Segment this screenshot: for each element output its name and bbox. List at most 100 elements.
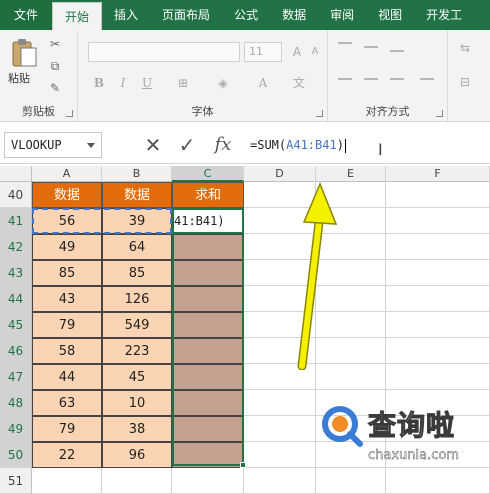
table-cell[interactable]: 63: [32, 390, 102, 416]
font-color-icon[interactable]: A: [254, 74, 272, 92]
bottom-align-icon[interactable]: [390, 50, 404, 52]
table-header-cell[interactable]: 数据: [102, 182, 172, 208]
empty-cell[interactable]: [386, 338, 490, 364]
table-cell[interactable]: 85: [102, 260, 172, 286]
clipboard-launcher-icon[interactable]: [66, 110, 73, 117]
empty-cell[interactable]: [244, 390, 316, 416]
table-cell[interactable]: 22: [32, 442, 102, 468]
font-name-select[interactable]: [88, 42, 240, 62]
row-header-51[interactable]: 51: [0, 468, 32, 494]
sum-cell-editing[interactable]: 41:B41): [172, 208, 244, 234]
table-cell[interactable]: 96: [102, 442, 172, 468]
column-header-a[interactable]: A: [32, 166, 102, 182]
table-cell[interactable]: 64: [102, 234, 172, 260]
table-cell[interactable]: 549: [102, 312, 172, 338]
indent-icon[interactable]: [420, 78, 434, 80]
row-header-48[interactable]: 48: [0, 390, 32, 416]
empty-cell[interactable]: [102, 468, 172, 494]
empty-cell[interactable]: [172, 468, 244, 494]
tab-view[interactable]: 视图: [366, 0, 414, 30]
italic-icon[interactable]: I: [114, 74, 132, 92]
select-all-corner[interactable]: [0, 166, 32, 182]
paste-label[interactable]: 粘贴: [8, 70, 30, 86]
table-cell[interactable]: 44: [32, 364, 102, 390]
table-cell[interactable]: 10: [102, 390, 172, 416]
insert-function-icon[interactable]: fx: [210, 132, 236, 158]
tab-review[interactable]: 审阅: [318, 0, 366, 30]
table-cell[interactable]: 223: [102, 338, 172, 364]
phonetic-icon[interactable]: 文: [290, 74, 308, 92]
row-header-44[interactable]: 44: [0, 286, 32, 312]
top-align-icon[interactable]: [338, 42, 352, 44]
tab-page-layout[interactable]: 页面布局: [150, 0, 222, 30]
sum-cell[interactable]: [172, 364, 244, 390]
row-header-42[interactable]: 42: [0, 234, 32, 260]
row-header-49[interactable]: 49: [0, 416, 32, 442]
format-painter-icon[interactable]: ✎: [46, 80, 64, 96]
right-align-icon[interactable]: [390, 78, 404, 80]
empty-cell[interactable]: [32, 468, 102, 494]
row-header-45[interactable]: 45: [0, 312, 32, 338]
border-icon[interactable]: ⊞: [174, 74, 192, 92]
empty-cell[interactable]: [244, 442, 316, 468]
font-launcher-icon[interactable]: [316, 110, 323, 117]
sum-cell[interactable]: [172, 312, 244, 338]
table-cell[interactable]: 38: [102, 416, 172, 442]
underline-icon[interactable]: U: [138, 74, 156, 92]
table-cell[interactable]: 79: [32, 416, 102, 442]
row-header-46[interactable]: 46: [0, 338, 32, 364]
increase-font-icon[interactable]: A: [288, 44, 306, 60]
sum-cell[interactable]: [172, 260, 244, 286]
column-header-c[interactable]: C: [172, 166, 244, 182]
table-cell[interactable]: 49: [32, 234, 102, 260]
fill-color-icon[interactable]: ◈: [214, 74, 232, 92]
paste-icon[interactable]: [10, 38, 38, 68]
empty-cell[interactable]: [386, 364, 490, 390]
tab-developer[interactable]: 开发工: [414, 0, 474, 30]
tab-file[interactable]: 文件: [0, 0, 53, 30]
empty-cell[interactable]: [244, 416, 316, 442]
row-header-50[interactable]: 50: [0, 442, 32, 468]
empty-cell[interactable]: [386, 312, 490, 338]
left-align-icon[interactable]: [338, 78, 352, 80]
row-header-40[interactable]: 40: [0, 182, 32, 208]
wrap-text-icon[interactable]: ⇆: [456, 40, 474, 56]
center-align-icon[interactable]: [364, 78, 378, 80]
empty-cell[interactable]: [244, 468, 316, 494]
cancel-icon[interactable]: ✕: [140, 132, 166, 158]
table-header-cell[interactable]: 数据: [32, 182, 102, 208]
chevron-down-icon[interactable]: [87, 143, 95, 148]
name-box[interactable]: VLOOKUP: [4, 132, 102, 158]
tab-home[interactable]: 开始: [52, 2, 103, 30]
empty-cell[interactable]: [386, 286, 490, 312]
font-size-select[interactable]: 11: [244, 42, 282, 62]
table-cell[interactable]: 43: [32, 286, 102, 312]
sum-cell[interactable]: [172, 416, 244, 442]
table-cell[interactable]: 126: [102, 286, 172, 312]
column-header-f[interactable]: F: [386, 166, 490, 182]
formula-input[interactable]: =SUM(A41:B41): [250, 132, 346, 158]
row-header-41[interactable]: 41: [0, 208, 32, 234]
table-header-cell[interactable]: 求和: [172, 182, 244, 208]
sum-cell[interactable]: [172, 390, 244, 416]
sum-cell[interactable]: [172, 286, 244, 312]
table-cell[interactable]: 39: [102, 208, 172, 234]
cut-icon[interactable]: ✂: [46, 36, 64, 52]
table-cell[interactable]: 58: [32, 338, 102, 364]
row-header-47[interactable]: 47: [0, 364, 32, 390]
decrease-font-icon[interactable]: A: [306, 44, 324, 60]
column-header-b[interactable]: B: [102, 166, 172, 182]
fill-handle[interactable]: [240, 462, 246, 468]
table-cell[interactable]: 45: [102, 364, 172, 390]
sum-cell[interactable]: [172, 442, 244, 468]
enter-icon[interactable]: ✓: [174, 132, 200, 158]
merge-icon[interactable]: ⊟: [456, 74, 474, 90]
tab-data[interactable]: 数据: [270, 0, 318, 30]
table-cell[interactable]: 56: [32, 208, 102, 234]
row-header-43[interactable]: 43: [0, 260, 32, 286]
alignment-launcher-icon[interactable]: [436, 110, 443, 117]
table-cell[interactable]: 85: [32, 260, 102, 286]
empty-cell[interactable]: [386, 234, 490, 260]
middle-align-icon[interactable]: [364, 46, 378, 48]
empty-cell[interactable]: [386, 260, 490, 286]
